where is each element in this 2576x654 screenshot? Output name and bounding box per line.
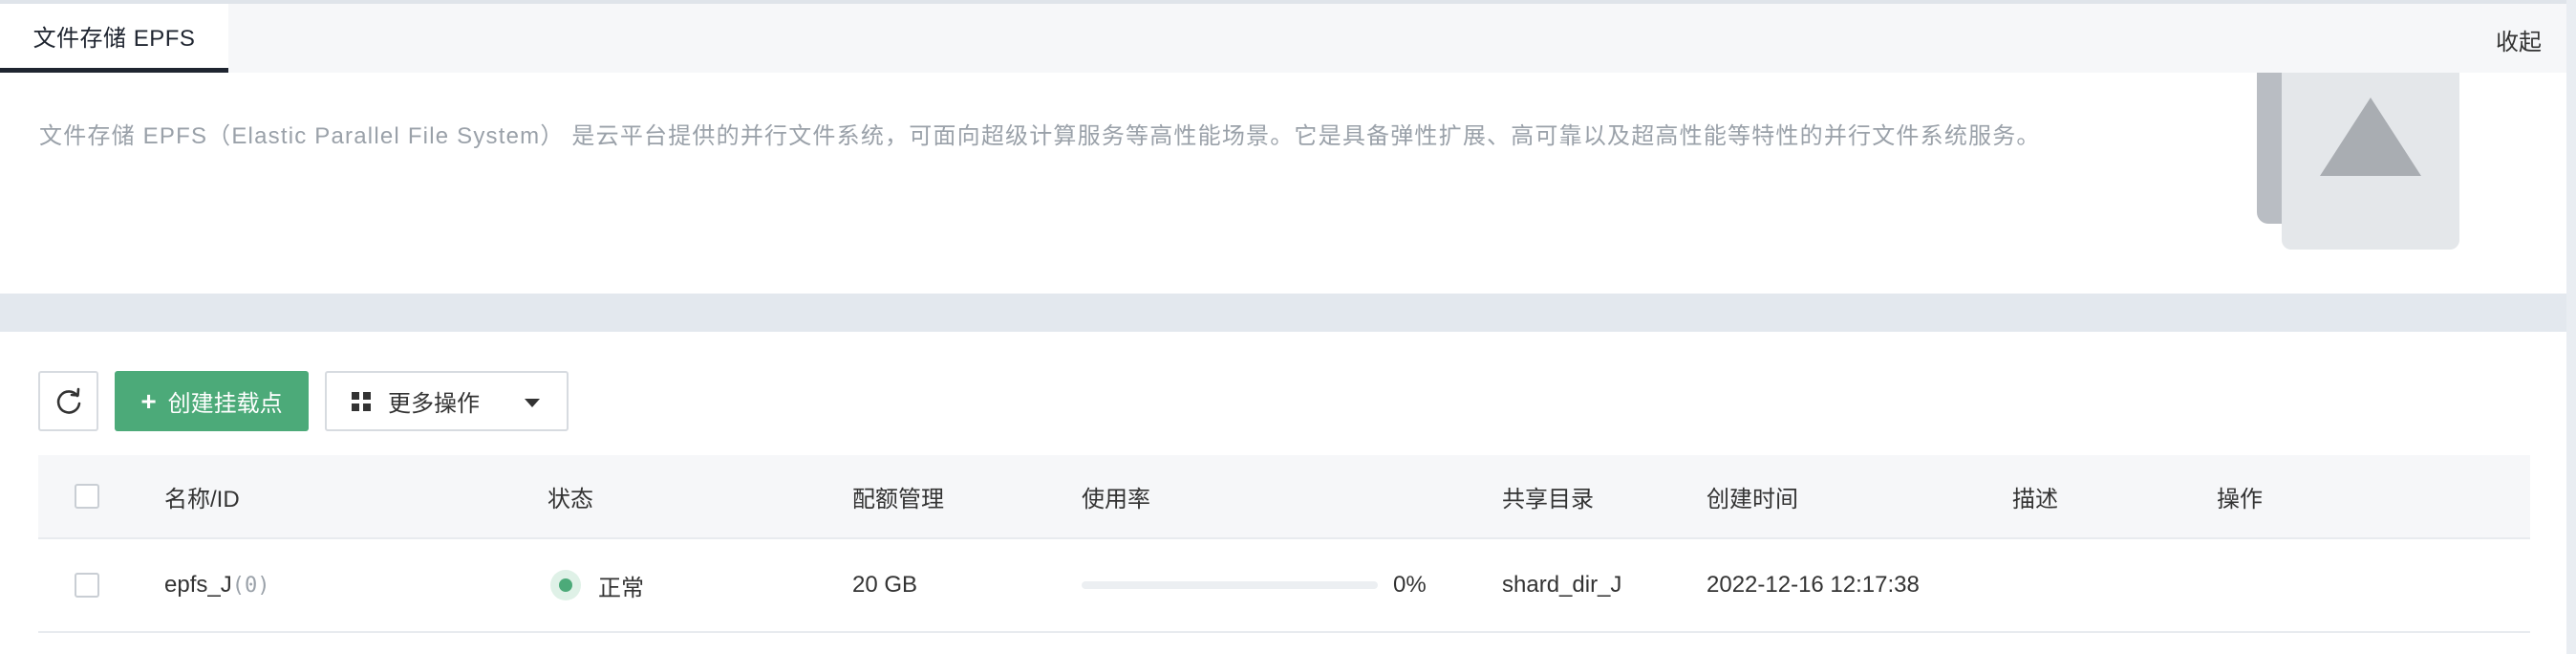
select-all-checkbox[interactable] xyxy=(75,484,99,509)
col-share-dir-header: 共享目录 xyxy=(1502,486,1594,512)
usage-cell: 0% xyxy=(1082,539,1427,631)
created-time-value: 2022-12-16 12:17:38 xyxy=(1707,572,1920,598)
create-mount-point-label: 创建挂载点 xyxy=(167,391,283,417)
more-actions-dropdown[interactable]: 更多操作 xyxy=(325,371,569,431)
intro-description: 文件存储 EPFS（Elastic Parallel File System） … xyxy=(39,123,2041,149)
col-desc-header: 描述 xyxy=(2012,486,2058,512)
plus-icon: + xyxy=(140,385,157,416)
quota-value: 20 GB xyxy=(852,572,918,598)
status-cell: 正常 xyxy=(550,539,644,631)
tab-label: 文件存储 EPFS xyxy=(32,26,196,52)
collapse-button[interactable]: 收起 xyxy=(2496,23,2542,56)
col-status-header[interactable]: 状态 xyxy=(547,455,593,537)
name-cell: epfs_J (0) xyxy=(164,539,269,631)
col-name-header[interactable]: 名称/ID xyxy=(164,455,240,537)
share-dir-value: shard_dir_J xyxy=(1502,572,1622,598)
mount-point-table: 名称/ID 状态 配额管理 使用率 共享目录 创建时间 描述 操作 epfs_J… xyxy=(38,455,2530,633)
row-select-cell xyxy=(75,539,99,631)
refresh-icon xyxy=(56,387,80,414)
caret-down-icon xyxy=(525,399,540,407)
usage-percent: 0% xyxy=(1393,572,1427,598)
col-ops-header: 操作 xyxy=(2217,486,2263,512)
status-ok-icon xyxy=(550,570,581,600)
create-mount-point-button[interactable]: + 创建挂载点 xyxy=(115,371,309,431)
col-quota-header: 配额管理 xyxy=(852,486,944,512)
mount-point-id: (0) xyxy=(231,573,270,598)
tab-epfs[interactable]: 文件存储 EPFS xyxy=(0,4,228,73)
header-bar: 文件存储 EPFS 收起 xyxy=(0,4,2566,73)
table-row[interactable]: epfs_J (0) 正常 20 GB 0% shard_dir_J 2022-… xyxy=(38,539,2530,633)
main-panel: + 创建挂载点 更多操作 名称/ID 状态 配额管理 使用率 共享目录 创建时间… xyxy=(0,332,2566,654)
usage-bar xyxy=(1082,581,1378,589)
mount-point-name[interactable]: epfs_J xyxy=(164,572,232,599)
section-divider xyxy=(0,294,2566,332)
col-created-header[interactable]: 创建时间 xyxy=(1707,455,1798,537)
select-all-cell xyxy=(75,455,99,537)
refresh-button[interactable] xyxy=(38,371,98,431)
col-usage-header: 使用率 xyxy=(1082,486,1150,512)
intro-panel: 文件存储 EPFS（Elastic Parallel File System） … xyxy=(0,73,2566,294)
table-header: 名称/ID 状态 配额管理 使用率 共享目录 创建时间 描述 操作 xyxy=(38,455,2530,539)
illustration-triangle-icon xyxy=(2320,98,2421,176)
status-text: 正常 xyxy=(598,575,644,601)
grid-icon xyxy=(352,391,371,411)
more-actions-label: 更多操作 xyxy=(388,391,480,417)
row-checkbox[interactable] xyxy=(75,573,99,598)
